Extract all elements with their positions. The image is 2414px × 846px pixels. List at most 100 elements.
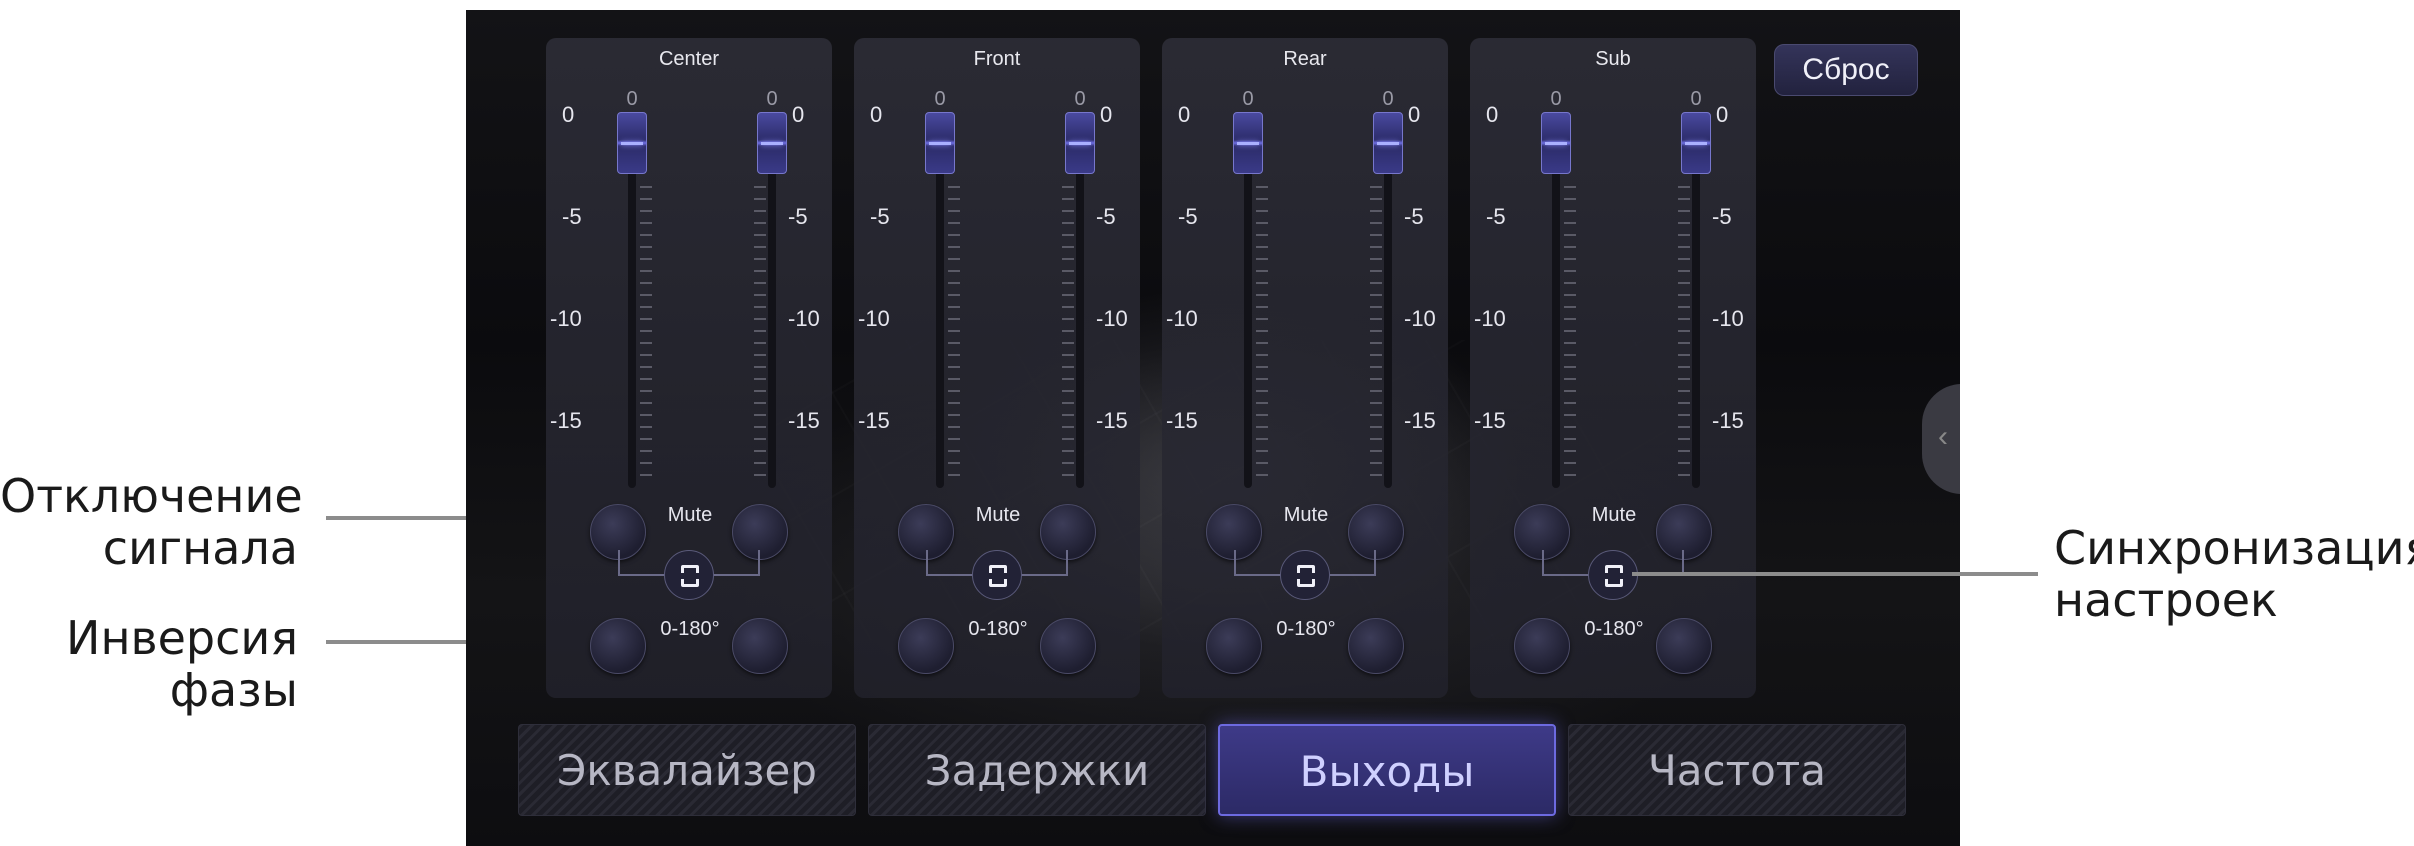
scale-label-right: 0 xyxy=(1408,102,1421,127)
sync-button[interactable] xyxy=(1588,550,1638,600)
fader-value: 0 xyxy=(626,88,638,110)
scale-label-left: -5 xyxy=(1486,204,1506,229)
fader-value: 0 xyxy=(1074,88,1086,110)
scale-label-right: -5 xyxy=(1096,204,1116,229)
sync-button[interactable] xyxy=(664,550,714,600)
scale-label-right: -5 xyxy=(788,204,808,229)
mute-callout-line1: Отключение xyxy=(0,469,303,523)
scale-label-right: -15 xyxy=(788,408,820,433)
phase-left-button[interactable] xyxy=(590,618,646,674)
bottom-tab-bar: Эквалайзер Задержки Выходы Частота xyxy=(518,724,1908,816)
phase-right-button[interactable] xyxy=(732,618,788,674)
channel-panel-center: Center 0 0 0 0 -5 -5 -10 -10 -15 -15 Mute 0-180° xyxy=(546,38,832,698)
scale-label-right: -5 xyxy=(1404,204,1424,229)
phase-callout-line1: Инверсия xyxy=(66,611,298,665)
scale-label-right: -10 xyxy=(1096,306,1128,331)
fader-value: 0 xyxy=(1690,88,1702,110)
scale-label-left: -5 xyxy=(870,204,890,229)
fader-knob[interactable] xyxy=(1681,112,1711,174)
fader-knob[interactable] xyxy=(1233,112,1263,174)
channel-title: Rear xyxy=(1283,48,1327,70)
phase-left-button[interactable] xyxy=(1514,618,1570,674)
fader-track[interactable] xyxy=(936,142,944,488)
scale-label-left: -10 xyxy=(550,306,582,331)
fader-track[interactable] xyxy=(1384,142,1392,488)
fader-knob[interactable] xyxy=(1065,112,1095,174)
scale-label-right: 0 xyxy=(1716,102,1729,127)
chevron-left-icon: ‹ xyxy=(1938,420,1948,453)
channel-title: Sub xyxy=(1595,48,1631,70)
fader-track[interactable] xyxy=(1244,142,1252,488)
fader-ticks xyxy=(1370,186,1382,482)
phase-label: 0-180° xyxy=(1276,618,1336,640)
sync-button[interactable] xyxy=(1280,550,1330,600)
fader-value: 0 xyxy=(1382,88,1394,110)
mute-label: Mute xyxy=(667,504,713,526)
fader-ticks xyxy=(1678,186,1690,482)
tab-frequency[interactable]: Частота xyxy=(1568,724,1906,816)
channel-panel-front: Front 0 0 0 0 -5 -5 -10 -10 -15 -15 Mute 0-180° xyxy=(854,38,1140,698)
mute-callout: Отключение сигнала xyxy=(0,469,303,575)
fader-knob[interactable] xyxy=(925,112,955,174)
fader-value: 0 xyxy=(1550,88,1562,110)
tab-outputs[interactable]: Выходы xyxy=(1218,724,1556,816)
scale-label-right: -10 xyxy=(1712,306,1744,331)
phase-right-button[interactable] xyxy=(1040,618,1096,674)
scale-label-left: -15 xyxy=(1166,408,1198,433)
phase-label: 0-180° xyxy=(968,618,1028,640)
fader-track[interactable] xyxy=(1552,142,1560,488)
channel-title: Center xyxy=(658,48,720,70)
fader-ticks xyxy=(1062,186,1074,482)
phase-left-button[interactable] xyxy=(1206,618,1262,674)
fader-value: 0 xyxy=(934,88,946,110)
phase-callout: Инверсия фазы xyxy=(0,612,298,716)
fader-value: 0 xyxy=(1242,88,1254,110)
fader-knob[interactable] xyxy=(1373,112,1403,174)
sync-callout-line2: настроек xyxy=(2054,573,2278,627)
mute-label: Mute xyxy=(1283,504,1329,526)
fader-value: 0 xyxy=(766,88,778,110)
link-sync-icon xyxy=(1604,565,1624,587)
phase-right-button[interactable] xyxy=(1348,618,1404,674)
sync-button[interactable] xyxy=(972,550,1022,600)
scale-label-left: 0 xyxy=(1486,102,1499,127)
fader-ticks xyxy=(1564,186,1576,482)
scale-label-left: 0 xyxy=(562,102,575,127)
link-sync-icon xyxy=(1296,565,1316,587)
scale-label-left: -10 xyxy=(1474,306,1506,331)
phase-callout-line2: фазы xyxy=(169,663,298,717)
tab-delays[interactable]: Задержки xyxy=(868,724,1206,816)
scale-label-left: 0 xyxy=(1178,102,1191,127)
fader-track[interactable] xyxy=(628,142,636,488)
scale-label-right: -10 xyxy=(1404,306,1436,331)
side-drawer-handle[interactable]: ‹ xyxy=(1922,384,1960,494)
fader-track[interactable] xyxy=(1076,142,1084,488)
audio-settings-screen: Center 0 0 0 0 -5 -5 -10 -10 -15 -15 Mute 0-180° Fron… xyxy=(466,10,1960,846)
reset-button[interactable]: Сброс xyxy=(1774,44,1918,96)
phase-label: 0-180° xyxy=(660,618,720,640)
mute-label: Mute xyxy=(975,504,1021,526)
fader-knob[interactable] xyxy=(1541,112,1571,174)
mute-label: Mute xyxy=(1591,504,1637,526)
fader-track[interactable] xyxy=(768,142,776,488)
scale-label-right: 0 xyxy=(1100,102,1113,127)
scale-label-right: -15 xyxy=(1404,408,1436,433)
phase-left-button[interactable] xyxy=(898,618,954,674)
mute-callout-line2: сигнала xyxy=(102,521,298,575)
fader-knob[interactable] xyxy=(757,112,787,174)
fader-ticks xyxy=(948,186,960,482)
fader-knob[interactable] xyxy=(617,112,647,174)
scale-label-left: -10 xyxy=(858,306,890,331)
channel-panel-sub: Sub 0 0 0 0 -5 -5 -10 -10 -15 -15 Mute 0-180° xyxy=(1470,38,1756,698)
tab-equalizer[interactable]: Эквалайзер xyxy=(518,724,856,816)
scale-label-right: 0 xyxy=(792,102,805,127)
fader-ticks xyxy=(640,186,652,482)
link-sync-icon xyxy=(680,565,700,587)
phase-right-button[interactable] xyxy=(1656,618,1712,674)
link-sync-icon xyxy=(988,565,1008,587)
fader-track[interactable] xyxy=(1692,142,1700,488)
scale-label-right: -15 xyxy=(1712,408,1744,433)
scale-label-left: -5 xyxy=(1178,204,1198,229)
sync-callout: Синхронизация настроек xyxy=(2054,522,2414,626)
scale-label-left: -15 xyxy=(858,408,890,433)
